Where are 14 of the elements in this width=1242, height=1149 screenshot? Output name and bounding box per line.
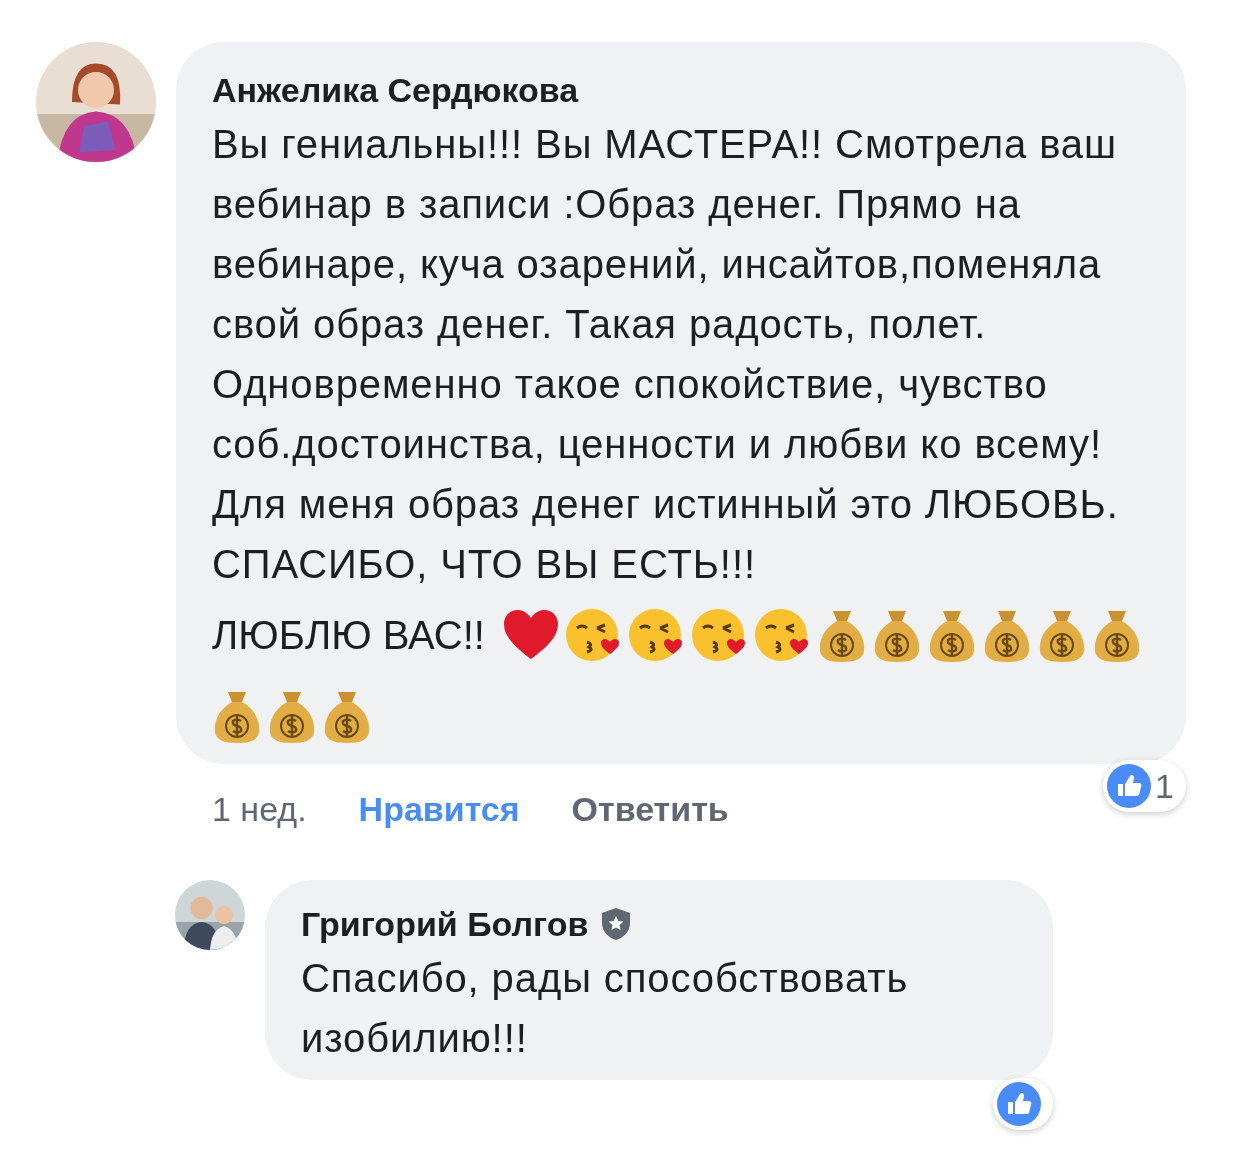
reply-link[interactable]: Ответить [571,784,729,835]
reaction-badge[interactable] [993,1078,1053,1130]
thumbs-up-icon [1107,764,1152,808]
thumbs-up-icon [997,1082,1041,1126]
reaction-count: 1 [1155,769,1174,803]
timestamp: 1 нед. [212,789,307,830]
comment-text: Вы гениальны!!! Вы МАСТЕРА!! Смотрела ваш вебинар в записи :Образ денег. Прямо на вебинаре, куча озарений, инсайтов,поменяла свой образ денег. Такая радость, полет. Одновременно такое спокойствие, чувство соб.достоинства, ценности и любви ко всему! Для меня образ денег истинный это ЛЮБОВЬ. СПАСИБО, ЧТО ВЫ ЕСТЬ!!! [212,121,1120,588]
heart-icon [501,609,560,661]
comment-text: ЛЮБЛЮ ВАС!! [212,612,485,659]
reaction-badge[interactable]: 1 [1103,760,1186,812]
author-name[interactable]: Анжелика Сердюкова [212,70,1162,110]
like-link[interactable]: Нравится [358,784,520,835]
reply-text: Спасибо, рады способствовать изобилию!!! [301,955,910,1062]
author-name[interactable]: Григорий Болгов [301,904,589,944]
